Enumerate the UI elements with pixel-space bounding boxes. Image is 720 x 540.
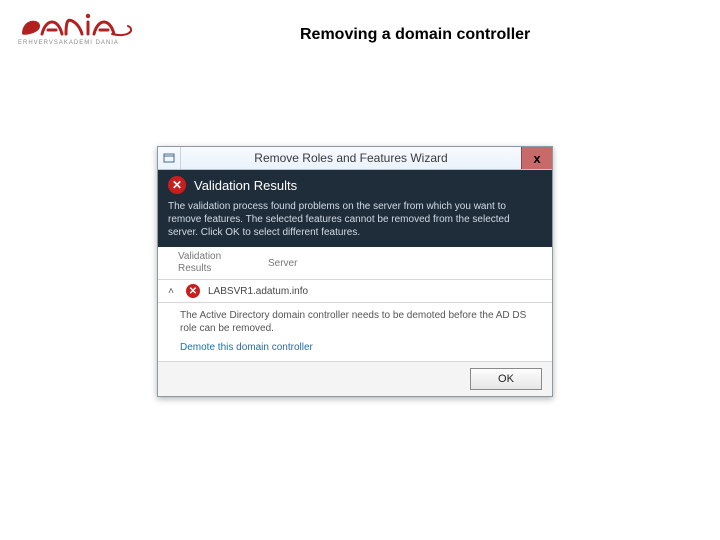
close-button[interactable]: x [521, 147, 552, 169]
validation-title: Validation Results [194, 178, 297, 193]
dialog-titlebar: Remove Roles and Features Wizard x [158, 147, 552, 170]
dialog-title: Remove Roles and Features Wizard [181, 147, 521, 169]
validation-message: The validation process found problems on… [158, 200, 552, 247]
server-name: LABSVR1.adatum.info [208, 286, 308, 297]
wizard-dialog: Remove Roles and Features Wizard x ✕ Val… [157, 146, 553, 397]
demote-link-row: Demote this domain controller [158, 339, 552, 361]
server-row[interactable]: ˄ ✕ LABSVR1.adatum.info [158, 280, 552, 303]
col-header-results: Validation Results [178, 251, 248, 275]
window-control-icon[interactable] [158, 147, 181, 169]
page-title: Removing a domain controller [300, 26, 530, 44]
column-headers: Validation Results Server [158, 247, 552, 280]
dania-logo-icon [18, 12, 138, 42]
error-icon: ✕ [168, 176, 186, 194]
ok-button[interactable]: OK [470, 368, 542, 390]
demote-link[interactable]: Demote this domain controller [180, 342, 313, 353]
chevron-up-icon: ˄ [164, 286, 178, 297]
ok-button-label: OK [498, 373, 514, 385]
col-header-server: Server [268, 251, 542, 275]
close-icon: x [533, 151, 540, 166]
brand-subtext: ERHVERVSAKADEMI DANIA [18, 40, 138, 46]
brand-logo: ERHVERVSAKADEMI DANIA [18, 12, 138, 46]
error-detail: The Active Directory domain controller n… [158, 303, 552, 339]
validation-header: ✕ Validation Results [158, 170, 552, 200]
dialog-button-row: OK [158, 361, 552, 396]
row-error-icon: ✕ [186, 284, 200, 298]
